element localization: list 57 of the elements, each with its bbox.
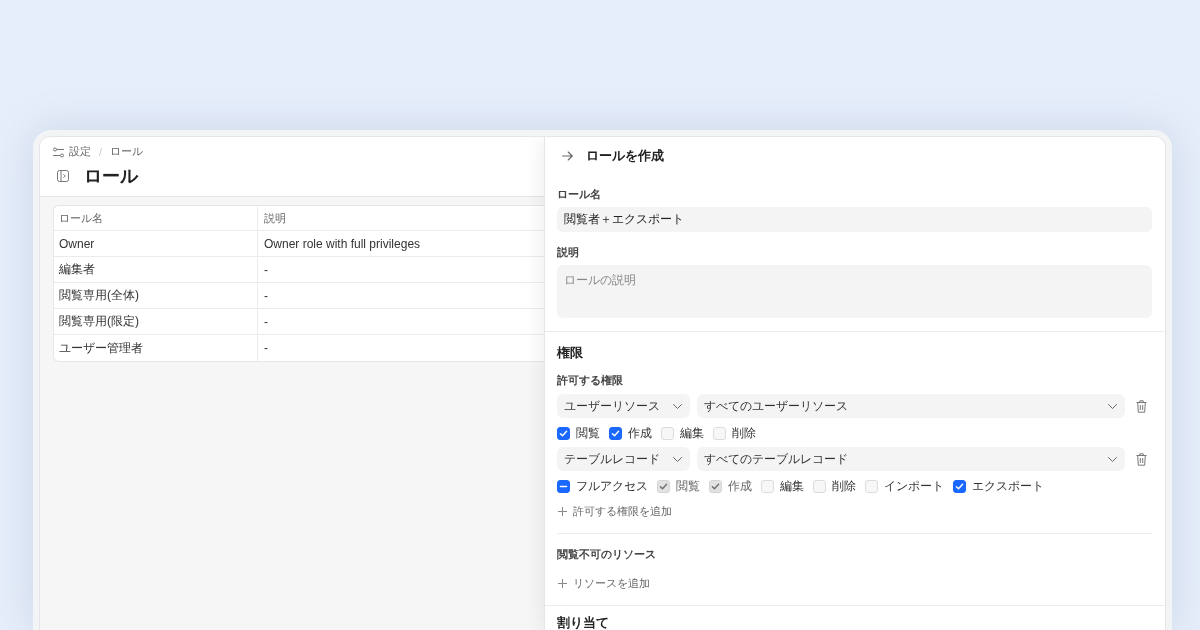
column-header: ロール名: [54, 206, 258, 231]
checkbox-label: 編集: [780, 479, 804, 493]
sliders-icon: [53, 146, 64, 158]
table-cell: -: [258, 309, 544, 335]
chevron-down-icon: [673, 403, 682, 409]
table-cell: 編集者: [54, 257, 258, 283]
section-title: 権限: [557, 346, 584, 360]
trash-icon[interactable]: [1136, 452, 1147, 466]
checkbox-label: 削除: [732, 426, 756, 440]
checkbox-label: 作成: [728, 479, 752, 493]
checkbox-label: インポート: [884, 479, 944, 493]
scope-select[interactable]: すべてのテーブルレコード: [697, 447, 1125, 471]
checkbox-label: 閲覧: [676, 479, 700, 493]
table-cell-text: -: [263, 340, 269, 357]
checkbox[interactable]: [557, 426, 570, 440]
checkbox[interactable]: [609, 426, 622, 440]
add-permission-button[interactable]: 許可する権限を追加: [557, 504, 672, 518]
breadcrumb-separator: /: [99, 146, 102, 158]
subsection-label: 閲覧不可のリソース: [557, 547, 657, 561]
chevron-down-icon: [673, 456, 682, 462]
table-cell: Owner role with full privileges: [258, 231, 544, 257]
checkbox-label: 編集: [680, 426, 704, 440]
plus-icon: [558, 506, 567, 516]
arrow-right-icon[interactable]: [562, 151, 573, 161]
drawer-title: ロールを作成: [586, 148, 664, 164]
checkbox-label: フルアクセス: [576, 479, 648, 493]
resource-select[interactable]: テーブルレコード: [557, 447, 690, 471]
chevron-down-icon: [1108, 403, 1117, 409]
checkbox-label: エクスポート: [972, 479, 1044, 493]
subsection-label: 許可する権限: [557, 373, 624, 387]
scope-select[interactable]: すべてのユーザーリソース: [697, 394, 1125, 418]
breadcrumb-link[interactable]: 設定: [69, 145, 91, 159]
table-cell: -: [258, 257, 544, 283]
table-cell: ユーザー管理者: [54, 335, 258, 361]
add-resource-button[interactable]: リソースを追加: [557, 576, 650, 590]
section-title: 割り当て: [557, 616, 610, 629]
table-cell: 閲覧専用(全体): [54, 283, 258, 309]
checkbox-label: 削除: [832, 479, 856, 493]
trash-icon[interactable]: [1136, 399, 1147, 413]
description-input[interactable]: ロールの説明: [557, 265, 1152, 318]
table-cell: 閲覧専用(限定): [54, 309, 258, 335]
breadcrumb-current: ロール: [109, 145, 143, 159]
field-label: 説明: [557, 245, 580, 259]
field-label: ロール名: [557, 187, 602, 201]
checkbox-label: 閲覧: [576, 426, 600, 440]
role-name-input[interactable]: 閲覧者＋エクスポート: [557, 207, 1152, 232]
column-header: 説明: [258, 206, 544, 231]
page-title: ロール: [84, 165, 138, 188]
table-cell: Owner: [54, 231, 258, 257]
panel-icon[interactable]: [57, 170, 69, 182]
resource-select[interactable]: ユーザーリソース: [557, 394, 690, 418]
checkbox-label: 作成: [628, 426, 652, 440]
checkbox[interactable]: [953, 479, 966, 493]
table-cell: -: [258, 283, 544, 309]
chevron-down-icon: [1108, 456, 1117, 462]
plus-icon: [558, 578, 567, 588]
checkbox[interactable]: [557, 479, 570, 493]
